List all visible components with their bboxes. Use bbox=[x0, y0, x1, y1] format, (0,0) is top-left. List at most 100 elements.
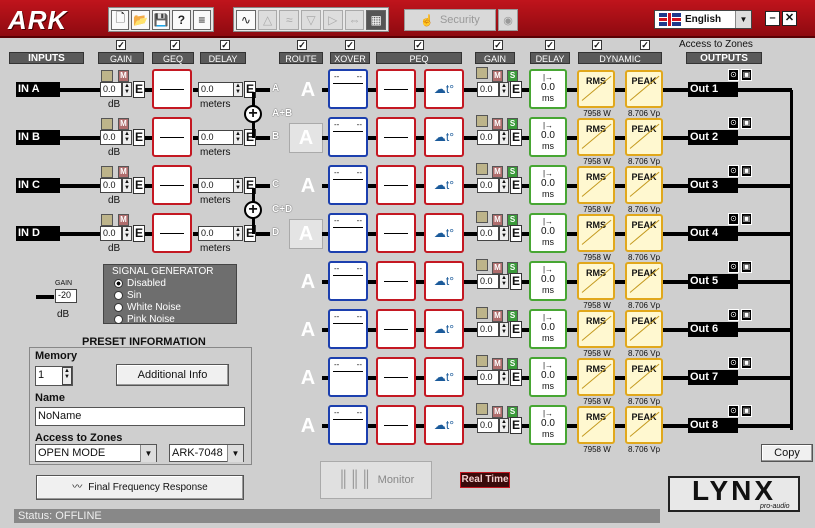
output-gain-field[interactable]: 0.0 bbox=[477, 226, 499, 241]
output-save-icon[interactable]: ▣ bbox=[741, 69, 752, 81]
real-time-button[interactable]: Real Time bbox=[460, 472, 510, 488]
eq-button[interactable]: E bbox=[510, 129, 522, 146]
route-select-box[interactable]: A bbox=[289, 219, 323, 249]
zone-checkbox[interactable]: ✓ bbox=[414, 40, 424, 50]
eq-button[interactable]: E bbox=[510, 273, 522, 290]
output-link-icon[interactable]: ⊙ bbox=[728, 357, 739, 369]
eq-button[interactable]: E bbox=[133, 177, 145, 194]
up-triangle-icon[interactable]: △ bbox=[257, 9, 278, 30]
weather-eq-icon[interactable]: ☁t° bbox=[424, 405, 464, 445]
peq-block[interactable] bbox=[376, 261, 416, 301]
device-select[interactable]: ARK-7048 ▼ bbox=[169, 444, 244, 462]
peq-block[interactable] bbox=[376, 309, 416, 349]
delay-stepper[interactable]: ▲ ▼ bbox=[233, 226, 243, 241]
mute-button[interactable]: M bbox=[118, 214, 129, 226]
mute-button[interactable]: M bbox=[118, 118, 129, 130]
output-gain-stepper[interactable]: ▲ ▼ bbox=[499, 226, 509, 241]
output-save-icon[interactable]: ▣ bbox=[741, 165, 752, 177]
xover-block[interactable]: -- -- bbox=[328, 357, 368, 397]
mute-button[interactable]: M bbox=[492, 214, 503, 226]
eq-button[interactable]: E bbox=[510, 369, 522, 386]
geq-block[interactable] bbox=[152, 213, 192, 253]
peak-limiter-block[interactable]: PEAK bbox=[625, 406, 663, 444]
final-frequency-response-button[interactable]: 〰 Final Frequency Response bbox=[36, 475, 244, 500]
rms-limiter-block[interactable]: RMS bbox=[577, 406, 615, 444]
geq-block[interactable] bbox=[152, 117, 192, 157]
peak-limiter-block[interactable]: PEAK bbox=[625, 262, 663, 300]
eq-button[interactable]: E bbox=[510, 177, 522, 194]
rms-limiter-block[interactable]: RMS bbox=[577, 166, 615, 204]
zone-checkbox[interactable]: ✓ bbox=[297, 40, 307, 50]
output-gain-field[interactable]: 0.0 bbox=[477, 418, 499, 433]
weather-eq-icon[interactable]: ☁t° bbox=[424, 261, 464, 301]
device-icon[interactable]: ▦ bbox=[366, 9, 387, 30]
eq-button[interactable]: E bbox=[510, 417, 522, 434]
output-link-icon[interactable]: ⊙ bbox=[728, 213, 739, 225]
peq-block[interactable] bbox=[376, 69, 416, 109]
output-delay-block[interactable]: |→ 0.0 ms bbox=[529, 309, 567, 349]
lock-icon[interactable]: ◉ bbox=[498, 9, 518, 31]
output-delay-block[interactable]: |→ 0.0 ms bbox=[529, 117, 567, 157]
help-icon[interactable]: ? bbox=[172, 9, 191, 30]
weather-eq-icon[interactable]: ☁t° bbox=[424, 165, 464, 205]
geq-block[interactable] bbox=[152, 69, 192, 109]
generator-option-3[interactable]: Pink Noise bbox=[114, 314, 236, 326]
gen-gain-field[interactable]: -20 bbox=[55, 289, 77, 303]
mute-button[interactable]: M bbox=[492, 406, 503, 418]
eq-button[interactable]: E bbox=[510, 321, 522, 338]
peak-limiter-block[interactable]: PEAK bbox=[625, 166, 663, 204]
weather-eq-icon[interactable]: ☁t° bbox=[424, 309, 464, 349]
rms-limiter-block[interactable]: RMS bbox=[577, 358, 615, 396]
zone-checkbox[interactable]: ✓ bbox=[545, 40, 555, 50]
rms-limiter-block[interactable]: RMS bbox=[577, 262, 615, 300]
output-save-icon[interactable]: ▣ bbox=[741, 117, 752, 129]
output-gain-field[interactable]: 0.0 bbox=[477, 274, 499, 289]
output-gain-stepper[interactable]: ▲ ▼ bbox=[499, 370, 509, 385]
peq-block[interactable] bbox=[376, 117, 416, 157]
xover-block[interactable]: -- -- bbox=[328, 405, 368, 445]
waveform-icon[interactable]: ∿ bbox=[236, 9, 256, 30]
output-save-icon[interactable]: ▣ bbox=[741, 309, 752, 321]
output-gain-stepper[interactable]: ▲ ▼ bbox=[499, 322, 509, 337]
eq-button[interactable]: E bbox=[510, 225, 522, 242]
open-folder-icon[interactable]: 📂 bbox=[131, 9, 150, 30]
output-gain-stepper[interactable]: ▲ ▼ bbox=[499, 418, 509, 433]
gain-field[interactable]: 0.0 bbox=[100, 226, 122, 241]
peak-limiter-block[interactable]: PEAK bbox=[625, 310, 663, 348]
peq-block[interactable] bbox=[376, 165, 416, 205]
peq-block[interactable] bbox=[376, 213, 416, 253]
delay-stepper[interactable]: ▲ ▼ bbox=[233, 82, 243, 97]
xover-block[interactable]: -- -- bbox=[328, 213, 368, 253]
delay-stepper[interactable]: ▲ ▼ bbox=[233, 178, 243, 193]
route-select-box[interactable]: A bbox=[289, 123, 323, 153]
zones-mode-select[interactable]: OPEN MODE ▼ bbox=[35, 444, 157, 462]
output-delay-block[interactable]: |→ 0.0 ms bbox=[529, 213, 567, 253]
xover-block[interactable]: -- -- bbox=[328, 165, 368, 205]
mute-button[interactable]: M bbox=[118, 70, 129, 82]
output-save-icon[interactable]: ▣ bbox=[741, 405, 752, 417]
generator-option-1[interactable]: Sin bbox=[114, 290, 236, 302]
rms-limiter-block[interactable]: RMS bbox=[577, 118, 615, 156]
peak-limiter-block[interactable]: PEAK bbox=[625, 214, 663, 252]
stepper-arrows-icon[interactable]: ▲ ▼ bbox=[62, 367, 72, 385]
mute-button[interactable]: M bbox=[492, 262, 503, 274]
peq-block[interactable] bbox=[376, 405, 416, 445]
zone-checkbox[interactable]: ✓ bbox=[170, 40, 180, 50]
zone-checkbox[interactable]: ✓ bbox=[592, 40, 602, 50]
xover-block[interactable]: -- -- bbox=[328, 117, 368, 157]
rms-limiter-block[interactable]: RMS bbox=[577, 310, 615, 348]
play-icon[interactable]: ▷ bbox=[322, 9, 343, 30]
monitor-button[interactable]: ║║║ Monitor bbox=[320, 461, 432, 499]
output-gain-stepper[interactable]: ▲ ▼ bbox=[499, 130, 509, 145]
output-gain-field[interactable]: 0.0 bbox=[477, 82, 499, 97]
gain-stepper[interactable]: ▲ ▼ bbox=[122, 130, 132, 145]
delay-field[interactable]: 0.0 bbox=[198, 178, 234, 193]
document-icon[interactable]: ≡ bbox=[192, 9, 212, 30]
close-button[interactable]: ✕ bbox=[782, 11, 797, 26]
rms-limiter-block[interactable]: RMS bbox=[577, 70, 615, 108]
output-gain-stepper[interactable]: ▲ ▼ bbox=[499, 82, 509, 97]
output-link-icon[interactable]: ⊙ bbox=[728, 405, 739, 417]
eq-button[interactable]: E bbox=[510, 81, 522, 98]
peak-limiter-block[interactable]: PEAK bbox=[625, 358, 663, 396]
zone-checkbox[interactable]: ✓ bbox=[220, 40, 230, 50]
